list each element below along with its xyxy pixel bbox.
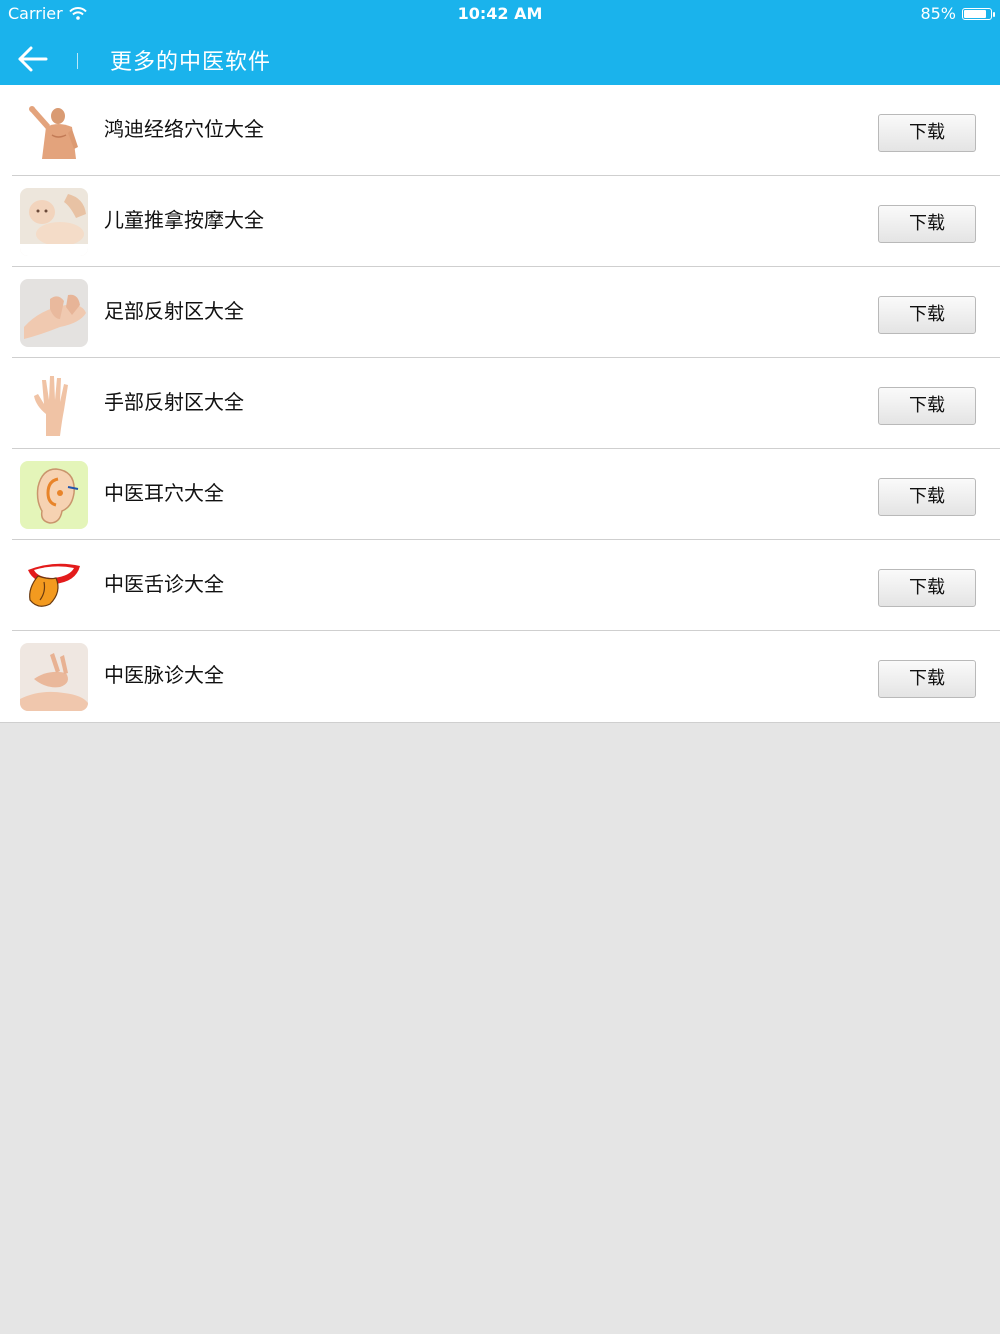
app-name: 鸿迪经络穴位大全 [104,117,264,141]
download-button[interactable]: 下载 [878,478,976,516]
tongue-thumbnail [20,552,88,620]
baby-massage-thumbnail [20,188,88,256]
download-button[interactable]: 下载 [878,569,976,607]
top-bar: Carrier 10:42 AM 85% 更多的中医软件 [0,0,1000,85]
download-button[interactable]: 下载 [878,387,976,425]
app-name: 手部反射区大全 [104,390,244,414]
status-time: 10:42 AM [457,4,543,23]
app-name: 儿童推拿按摩大全 [104,208,264,232]
list-item: 中医舌诊大全 下载 [0,540,1000,631]
battery-group: 85% [920,4,995,23]
download-button[interactable]: 下载 [878,114,976,152]
page-title: 更多的中医软件 [110,50,272,75]
battery-level [964,9,986,18]
app-name: 足部反射区大全 [104,299,244,323]
download-button[interactable]: 下载 [878,660,976,698]
list-item: 中医耳穴大全 下载 [0,449,1000,540]
foot-massage-thumbnail [20,279,88,347]
arrow-left-icon[interactable] [16,42,50,76]
ear-thumbnail [20,461,88,529]
battery-percent: 85% [920,4,956,23]
nav-divider [77,53,78,69]
body-figure-thumbnail [20,97,88,165]
battery-icon [962,7,995,20]
list-item: 鸿迪经络穴位大全 下载 [0,85,1000,176]
app-name: 中医耳穴大全 [104,481,224,505]
list-item: 手部反射区大全 下载 [0,358,1000,449]
app-list: 鸿迪经络穴位大全 下载 儿童推拿按摩大全 下载 足部反射区大全 下载 手部反射区… [0,85,1000,723]
navigation-bar: 更多的中医软件 [0,28,1000,85]
pulse-diagnosis-thumbnail [20,643,88,711]
hand-thumbnail [20,370,88,438]
download-button[interactable]: 下载 [878,296,976,334]
download-button[interactable]: 下载 [878,205,976,243]
list-item: 中医脉诊大全 下载 [0,631,1000,722]
app-name: 中医舌诊大全 [104,572,224,596]
list-item: 儿童推拿按摩大全 下载 [0,176,1000,267]
status-bar: Carrier 10:42 AM 85% [0,0,1000,28]
app-name: 中医脉诊大全 [104,663,224,687]
list-item: 足部反射区大全 下载 [0,267,1000,358]
